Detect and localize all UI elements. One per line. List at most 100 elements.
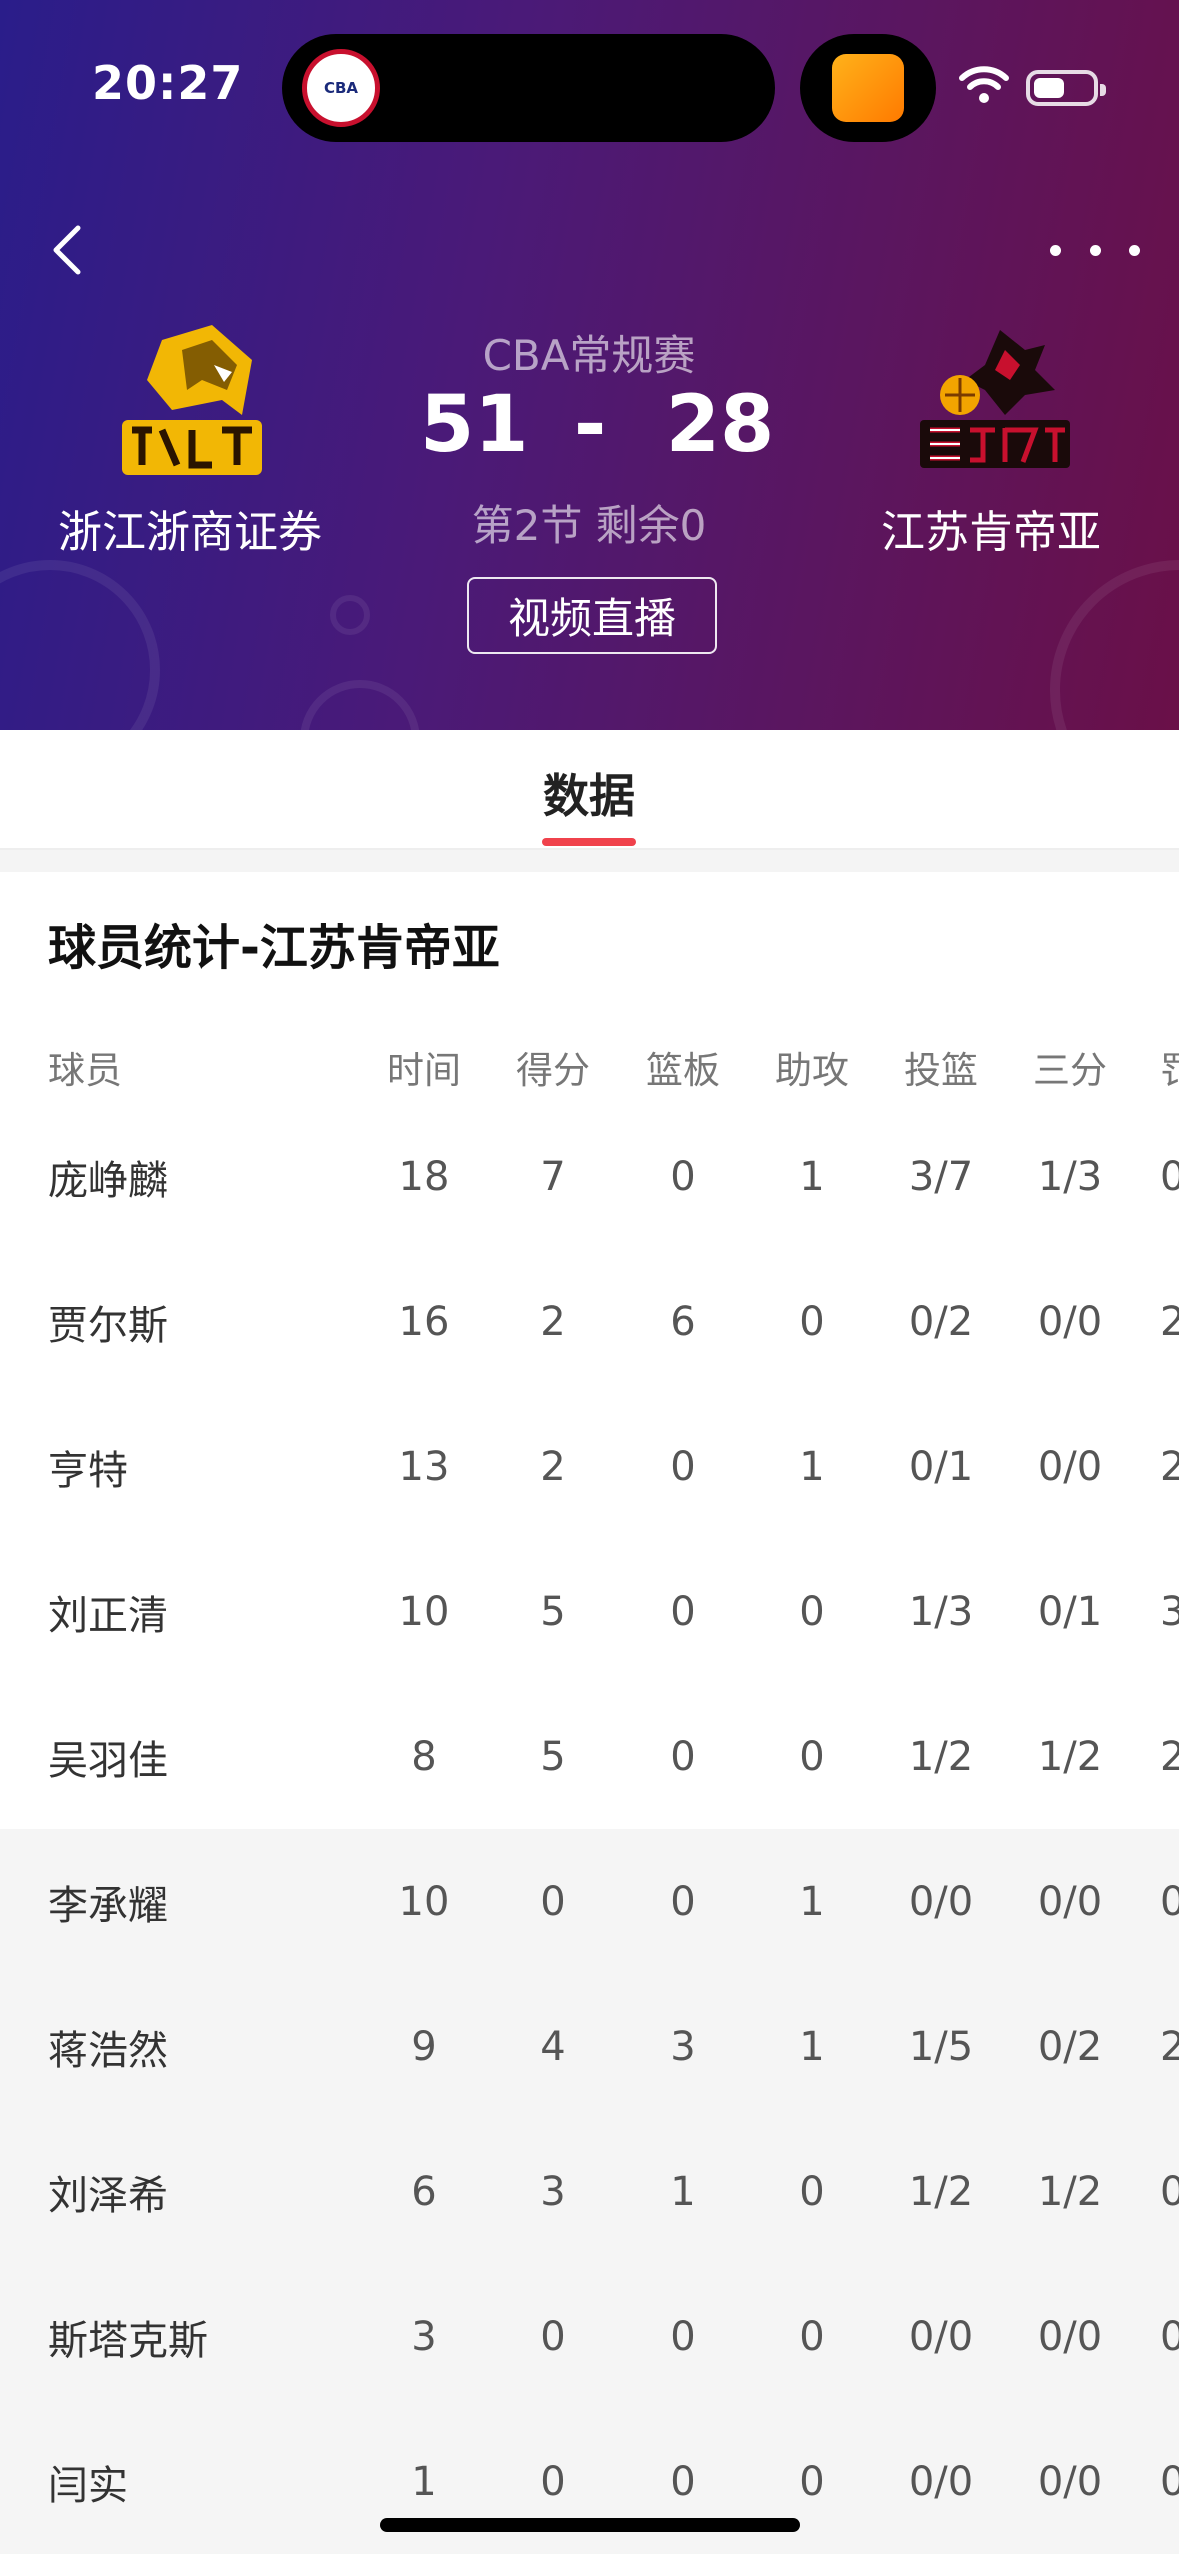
table-row[interactable]: 庞峥麟 18 7 0 1 3/7 1/3 0 (0, 1104, 1179, 1249)
points-cell: 7 (540, 1153, 566, 1200)
rebounds-cell: 0 (670, 1443, 696, 1490)
three-pointers-cell: 0/0 (1037, 2313, 1103, 2360)
assists-cell: 1 (799, 1153, 825, 1200)
points-cell: 0 (540, 1878, 566, 1925)
player-stats-section: 球员统计-江苏肯帝亚 球员 时间 得分 篮板 助攻 投篮 三分 罚 庞峥麟 18 7… (0, 872, 1179, 2556)
minutes-cell: 10 (398, 1588, 450, 1635)
three-pointers-cell: 0/0 (1037, 1298, 1103, 1345)
three-pointers-cell: 0/0 (1037, 2458, 1103, 2505)
period-status: 第2节 剩余0 (471, 501, 707, 550)
player-name: 庞峥麟 (48, 1157, 168, 1204)
score-separator: - (573, 380, 607, 470)
field-goals-cell: 1/2 (908, 2168, 974, 2215)
dot-icon (1089, 244, 1101, 256)
free-throws-cell: 2 (1160, 1443, 1179, 1490)
player-name: 李承耀 (48, 1882, 168, 1929)
field-goals-cell: 0/2 (908, 1298, 974, 1345)
home-indicator[interactable] (380, 2518, 800, 2532)
dynamic-island[interactable]: CBA (282, 34, 775, 142)
field-goals-cell: 0/0 (908, 2313, 974, 2360)
field-goals-cell: 0/1 (908, 1443, 974, 1490)
player-name: 亨特 (48, 1447, 128, 1494)
field-goals-cell: 1/5 (908, 2023, 974, 2070)
field-goals-cell: 1/3 (908, 1588, 974, 1635)
jiangsu-dragons-logo[interactable] (905, 320, 1085, 490)
rebounds-cell: 3 (670, 2023, 696, 2070)
more-options-button[interactable] (1050, 225, 1140, 275)
three-pointers-cell: 1/2 (1037, 2168, 1103, 2215)
tab-bar: 数据 (0, 730, 1179, 850)
free-throws-cell: 2 (1160, 2023, 1179, 2070)
field-goals-cell: 1/2 (908, 1733, 974, 1780)
table-row[interactable]: 贾尔斯 16 2 6 0 0/2 0/0 2 (0, 1249, 1179, 1394)
league-label: CBA常规赛 (482, 331, 696, 380)
decor-ring (0, 560, 160, 730)
table-row[interactable]: 刘泽希 6 3 1 0 1/2 1/2 0 (0, 2119, 1179, 2264)
player-name: 吴羽佳 (48, 1737, 168, 1784)
away-team-name[interactable]: 江苏肯帝亚 (801, 496, 1179, 560)
table-row[interactable]: 蒋浩然 9 4 3 1 1/5 0/2 2 (0, 1974, 1179, 2119)
player-name: 贾尔斯 (48, 1302, 168, 1349)
rebounds-cell: 0 (670, 2458, 696, 2505)
player-name: 蒋浩然 (48, 2027, 168, 2074)
table-row[interactable]: 斯塔克斯 3 0 0 0 0/0 0/0 0 (0, 2264, 1179, 2409)
zhejiang-lions-logo[interactable] (102, 320, 282, 490)
points-cell: 0 (540, 2313, 566, 2360)
video-live-button[interactable]: 视频直播 (467, 577, 717, 654)
minutes-cell: 9 (411, 2023, 437, 2070)
minutes-cell: 13 (398, 1443, 450, 1490)
points-cell: 2 (540, 1298, 566, 1345)
status-bar: 20:27 CBA (0, 0, 1179, 170)
tab-data[interactable]: 数据 (489, 760, 689, 826)
battery-icon (1026, 70, 1106, 106)
field-goals-cell: 0/0 (908, 2458, 974, 2505)
home-team-name[interactable]: 浙江浙商证券 (0, 496, 380, 560)
free-throws-cell: 0 (1160, 2313, 1179, 2360)
assists-cell: 0 (799, 2313, 825, 2360)
minutes-cell: 3 (411, 2313, 437, 2360)
rebounds-cell: 1 (670, 2168, 696, 2215)
field-goals-cell: 0/0 (908, 1878, 974, 1925)
rebounds-cell: 0 (670, 1153, 696, 1200)
back-arrow-icon[interactable] (40, 210, 100, 290)
rebounds-cell: 0 (670, 2313, 696, 2360)
minutes-cell: 10 (398, 1878, 450, 1925)
table-row[interactable]: 刘正清 10 5 0 0 1/3 0/1 3 (0, 1539, 1179, 1684)
player-name: 闫实 (48, 2462, 128, 2509)
points-cell: 4 (540, 2023, 566, 2070)
points-cell: 5 (540, 1733, 566, 1780)
live-activity-pill[interactable] (800, 34, 936, 142)
rebounds-cell: 6 (670, 1298, 696, 1345)
status-time: 20:27 (92, 56, 244, 110)
points-cell: 5 (540, 1588, 566, 1635)
game-header: 20:27 CBA 浙江浙商证券 江苏肯帝亚 CBA常规赛 51 - 28 第2… (0, 0, 1179, 730)
player-name: 刘泽希 (48, 2172, 168, 2219)
assists-cell: 0 (799, 2168, 825, 2215)
field-goals-cell: 3/7 (908, 1153, 974, 1200)
free-throws-cell: 3 (1160, 1588, 1179, 1635)
table-row[interactable]: 吴羽佳 8 5 0 0 1/2 1/2 2 (0, 1684, 1179, 1829)
decor-ring (1050, 560, 1179, 730)
free-throws-cell: 2 (1160, 1298, 1179, 1345)
three-pointers-cell: 0/0 (1037, 1443, 1103, 1490)
three-pointers-cell: 0/0 (1037, 1878, 1103, 1925)
player-name: 刘正清 (48, 1592, 168, 1639)
three-pointers-cell: 0/2 (1037, 2023, 1103, 2070)
minutes-cell: 18 (398, 1153, 450, 1200)
active-tab-indicator (542, 838, 636, 846)
away-score: 28 (665, 380, 775, 470)
home-score: 51 (420, 380, 529, 470)
table-row[interactable]: 亨特 13 2 0 1 0/1 0/0 2 (0, 1394, 1179, 1539)
three-pointers-cell: 0/1 (1037, 1588, 1103, 1635)
cba-app-icon: CBA (302, 49, 380, 127)
section-title: 球员统计-江苏肯帝亚 (48, 920, 500, 976)
table-row[interactable]: 李承耀 10 0 0 1 0/0 0/0 0 (0, 1829, 1179, 1974)
dot-icon (1050, 244, 1061, 256)
dot-icon (1129, 244, 1140, 256)
assists-cell: 0 (799, 1298, 825, 1345)
rebounds-cell: 0 (670, 1588, 696, 1635)
minutes-cell: 16 (398, 1298, 450, 1345)
rebounds-cell: 0 (670, 1878, 696, 1925)
table-row[interactable]: 闫实 1 0 0 0 0/0 0/0 0 (0, 2409, 1179, 2554)
assists-cell: 0 (799, 1733, 825, 1780)
